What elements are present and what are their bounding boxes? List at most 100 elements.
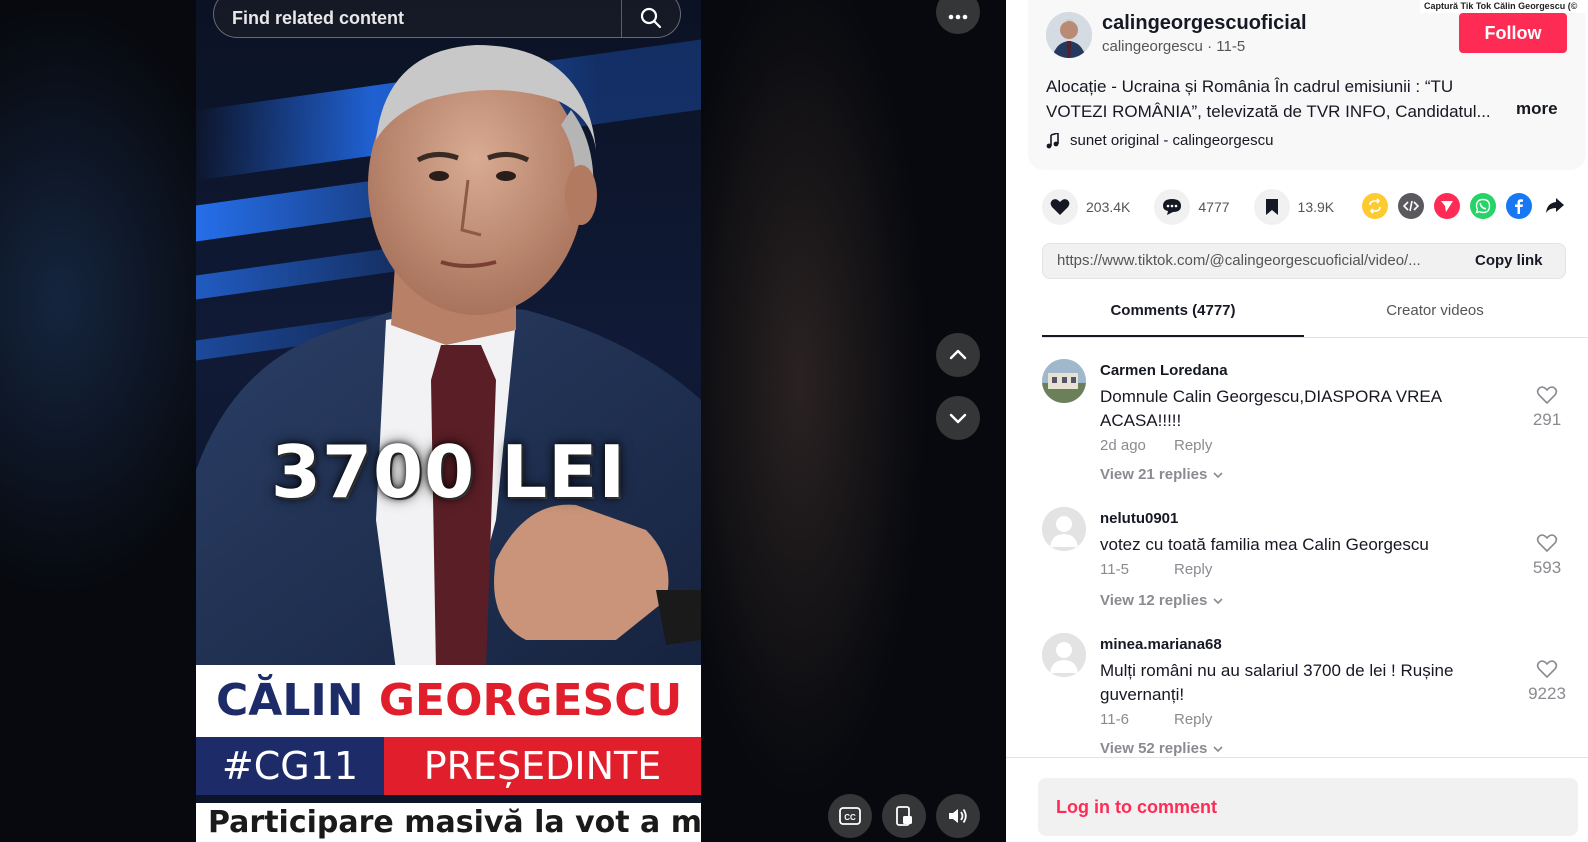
music-note-icon: [1046, 132, 1059, 148]
music-info[interactable]: sunet original - calingeorgescu: [1046, 132, 1273, 149]
search-icon: [640, 7, 662, 29]
comment-input-bar: Log in to comment: [1006, 757, 1588, 842]
like-action[interactable]: 203.4K: [1042, 189, 1130, 225]
tag-bar: #CG11 PREȘEDINTE: [196, 737, 701, 795]
commenter-name[interactable]: minea.mariana68: [1100, 636, 1222, 653]
author-avatar[interactable]: [1046, 12, 1092, 58]
news-ticker: Participare masivă la vot a mol: [196, 803, 701, 842]
comment-like-count: 593: [1532, 558, 1562, 577]
search-bar[interactable]: Find related content: [213, 0, 681, 38]
volume-button[interactable]: [936, 794, 980, 838]
author-meta: calingeorgescu · 11-5: [1102, 38, 1245, 55]
comment-action[interactable]: 4777: [1154, 189, 1230, 225]
engagement-bar: 203.4K 4777 13.9K: [1042, 188, 1358, 226]
comment-list[interactable]: Carmen Loredana Domnule Calin Georgescu,…: [1006, 345, 1588, 757]
video-url[interactable]: https://www.tiktok.com/@calingeorgescuof…: [1057, 252, 1457, 269]
reply-button[interactable]: Reply: [1174, 711, 1212, 728]
video-player[interactable]: 3700 LEI CĂLIN GEORGESCU #CG11 PREȘEDINT…: [196, 0, 701, 842]
share-arrow-icon[interactable]: [1542, 193, 1568, 219]
repost-arrows-icon: [1369, 198, 1381, 214]
more-options-button[interactable]: [936, 0, 980, 34]
mini-player-icon: [896, 806, 912, 826]
comment-time: 2d ago: [1100, 437, 1146, 454]
share-buttons: [1362, 193, 1568, 219]
comment-button[interactable]: [1154, 189, 1191, 225]
previous-video-button[interactable]: [936, 333, 980, 377]
heart-outline-icon: [1536, 660, 1558, 679]
tab-creator-videos[interactable]: Creator videos: [1304, 296, 1566, 337]
view-replies-button[interactable]: View 52 replies: [1100, 740, 1223, 757]
video-description: Alocație - Ucraina și România În cadrul …: [1046, 77, 1491, 121]
heart-outline-icon: [1536, 534, 1558, 553]
floating-player-button[interactable]: [882, 794, 926, 838]
search-input[interactable]: Find related content: [214, 0, 621, 29]
avatar-image: [1042, 359, 1086, 403]
bookmark-icon: [1265, 199, 1278, 215]
login-to-comment-box[interactable]: Log in to comment: [1038, 778, 1578, 836]
chevron-down-icon: [1213, 597, 1223, 604]
tab-comments[interactable]: Comments (4777): [1042, 296, 1304, 337]
facebook-f-icon: [1515, 199, 1523, 214]
commenter-name[interactable]: Carmen Loredana: [1100, 362, 1228, 379]
comment-bubble-icon: [1163, 199, 1182, 215]
copy-link-box: https://www.tiktok.com/@calingeorgescuof…: [1042, 243, 1566, 279]
comment-time: 11-6: [1100, 711, 1129, 728]
comment-like[interactable]: 291: [1522, 385, 1572, 430]
commenter-avatar[interactable]: [1042, 359, 1086, 403]
search-button[interactable]: [622, 0, 680, 38]
comment-time: 11-5: [1100, 561, 1129, 578]
commenter-avatar[interactable]: [1042, 507, 1086, 551]
price-overlay-text: 3700 LEI: [270, 430, 627, 514]
comment-like[interactable]: 593: [1522, 533, 1572, 578]
details-panel: calingeorgescuoficial calingeorgescu · 1…: [1006, 0, 1588, 842]
embed-icon[interactable]: [1398, 193, 1424, 219]
speaker-icon: [949, 808, 967, 824]
video-stage: 3700 LEI CĂLIN GEORGESCU #CG11 PREȘEDINT…: [0, 0, 1006, 842]
heart-outline-icon: [1536, 386, 1558, 405]
save-action[interactable]: 13.9K: [1253, 189, 1335, 225]
image-credit: Captură Tik Tok Călin Georgescu (©: [1420, 0, 1588, 13]
commenter-avatar[interactable]: [1042, 633, 1086, 677]
copy-link-button[interactable]: Copy link: [1475, 252, 1543, 269]
phone-bubble-icon: [1475, 198, 1491, 214]
name-bar: CĂLIN GEORGESCU: [196, 665, 701, 737]
comment-text: Domnule Calin Georgescu,DIASPORA VREA AC…: [1100, 387, 1442, 430]
view-replies-button[interactable]: View 12 replies: [1100, 592, 1223, 609]
view-replies-button[interactable]: View 21 replies: [1100, 466, 1223, 483]
comment-like[interactable]: 9223: [1522, 659, 1572, 704]
panel-tabs: Comments (4777) Creator videos: [1042, 296, 1588, 338]
ellipsis-icon: [948, 14, 968, 20]
comment-like-count: 9223: [1528, 684, 1566, 703]
save-count: 13.9K: [1297, 199, 1335, 215]
save-button[interactable]: [1253, 189, 1290, 225]
default-avatar-icon: [1042, 507, 1086, 551]
reply-button[interactable]: Reply: [1174, 561, 1212, 578]
comment-text: votez cu toată familia mea Calin Georges…: [1100, 535, 1429, 554]
like-count: 203.4K: [1086, 199, 1131, 215]
view-replies-label: View 21 replies: [1100, 466, 1208, 483]
lower-third-banner: CĂLIN GEORGESCU #CG11 PREȘEDINTE Partici…: [196, 665, 701, 842]
speaker-figure: [196, 45, 701, 670]
login-to-comment-link[interactable]: Log in to comment: [1056, 797, 1217, 818]
separator-dot: ·: [1207, 38, 1217, 55]
expand-description-link[interactable]: more: [1516, 99, 1558, 119]
closed-captions-icon: CC: [839, 807, 861, 825]
send-icon[interactable]: [1434, 193, 1460, 219]
commenter-name[interactable]: nelutu0901: [1100, 510, 1178, 527]
follow-button[interactable]: Follow: [1459, 13, 1567, 53]
repost-icon[interactable]: [1362, 193, 1388, 219]
captions-button[interactable]: CC: [828, 794, 872, 838]
facebook-icon[interactable]: [1506, 193, 1532, 219]
next-video-button[interactable]: [936, 396, 980, 440]
like-button[interactable]: [1042, 189, 1078, 225]
name-first: CĂLIN: [216, 675, 364, 726]
view-replies-label: View 12 replies: [1100, 592, 1208, 609]
reply-button[interactable]: Reply: [1174, 437, 1212, 454]
comment-count: 4777: [1198, 199, 1230, 215]
role-label: PREȘEDINTE: [384, 737, 701, 795]
author-handle[interactable]: calingeorgescu: [1102, 38, 1203, 55]
whatsapp-icon[interactable]: [1470, 193, 1496, 219]
name-last: GEORGESCU: [378, 675, 683, 726]
default-avatar-icon: [1042, 633, 1086, 677]
author-display-name[interactable]: calingeorgescuoficial: [1102, 12, 1307, 35]
